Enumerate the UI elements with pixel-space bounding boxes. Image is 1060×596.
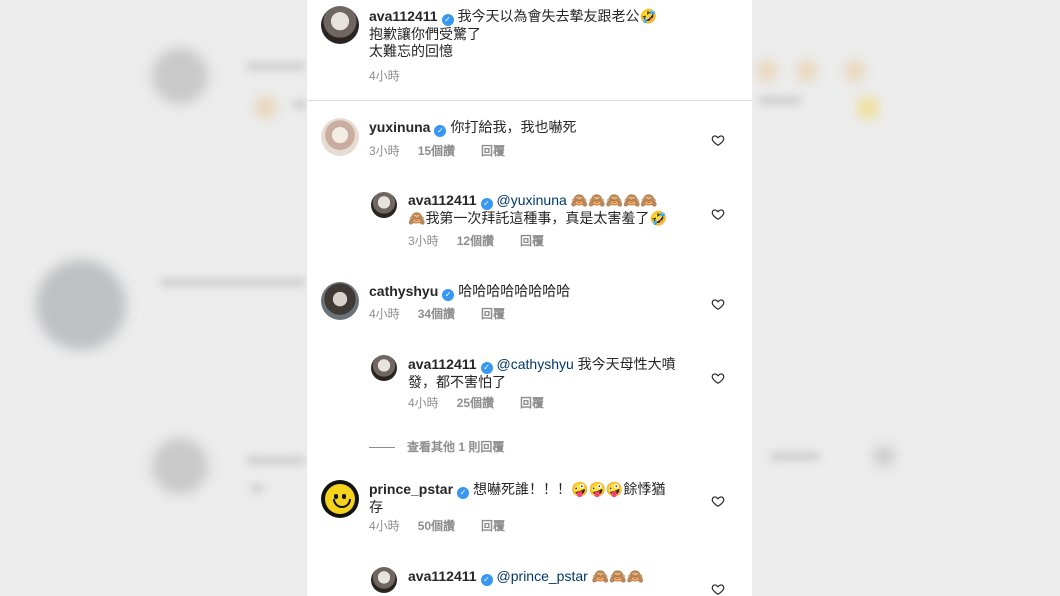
likes-count[interactable]: 12個讚 bbox=[457, 234, 494, 248]
avatar[interactable] bbox=[371, 192, 397, 218]
timestamp[interactable]: 3小時 bbox=[369, 144, 400, 158]
zany-face-emoji-icon: 🤪🤪🤪 bbox=[571, 481, 624, 497]
avatar[interactable] bbox=[371, 567, 397, 593]
likes-count[interactable]: 50個讚 bbox=[418, 519, 455, 533]
heart-outline-icon[interactable] bbox=[711, 133, 725, 147]
avatar[interactable] bbox=[371, 355, 397, 381]
blurred-text bbox=[770, 452, 820, 461]
avatar[interactable] bbox=[321, 480, 359, 518]
heart-outline-icon[interactable] bbox=[711, 494, 725, 508]
blurred-text bbox=[160, 278, 306, 287]
comment-text: 太難忘的回憶 bbox=[369, 43, 453, 59]
divider-line bbox=[369, 447, 395, 449]
timestamp[interactable]: 3小時 bbox=[408, 234, 439, 248]
reply-comment: ava112411 ✓ @yuxinuna 🙈🙈🙈🙈🙈 🙈我第一次拜託這種事，真是太… bbox=[408, 192, 708, 227]
comment-text: 抱歉讓你們受驚了 bbox=[369, 26, 481, 42]
likes-count[interactable]: 34個讚 bbox=[418, 307, 455, 321]
avatar[interactable] bbox=[321, 6, 359, 44]
comment-text: 發，都不害怕了 bbox=[408, 374, 506, 390]
timestamp[interactable]: 4小時 bbox=[408, 396, 439, 410]
blurred-emoji bbox=[796, 60, 818, 82]
verified-badge-icon: ✓ bbox=[457, 487, 470, 499]
mention-link[interactable]: @yuxinuna bbox=[497, 192, 567, 208]
heart-outline-icon[interactable] bbox=[711, 371, 725, 385]
see-no-evil-monkey-emoji-icon: 🙈🙈🙈🙈🙈 bbox=[570, 192, 658, 208]
mention-link[interactable]: @cathyshyu bbox=[497, 356, 574, 372]
comment-text: 我第一次拜託這種事，真是太害羞了 bbox=[425, 210, 650, 226]
reply-button[interactable]: 回覆 bbox=[481, 144, 505, 158]
verified-badge-icon: ✓ bbox=[480, 198, 493, 210]
blurred-emoji bbox=[254, 95, 278, 119]
mention-link[interactable]: @prince_pstar bbox=[497, 568, 588, 584]
reply-comment: ava112411 ✓ @prince_pstar 🙈🙈🙈 bbox=[408, 568, 708, 586]
blurred-avatar bbox=[152, 48, 208, 104]
likes-count[interactable]: 25個讚 bbox=[457, 396, 494, 410]
username[interactable]: prince_pstar bbox=[369, 481, 453, 497]
heart-outline-icon[interactable] bbox=[711, 582, 725, 596]
comment: prince_pstar ✓ 想嚇死誰！！！🤪🤪🤪餘悸猶 存 bbox=[369, 481, 699, 516]
verified-badge-icon: ✓ bbox=[442, 289, 455, 301]
comment-meta: 4小時 25個讚 回覆 bbox=[408, 396, 544, 410]
comment-meta: 4小時 34個讚 回覆 bbox=[369, 307, 505, 321]
timestamp[interactable]: 4小時 bbox=[369, 519, 400, 533]
username[interactable]: cathyshyu bbox=[369, 283, 438, 299]
comment-meta: 3小時 15個讚 回覆 bbox=[369, 144, 505, 158]
comment-meta: 4小時 bbox=[369, 69, 400, 83]
comment-meta: 3小時 12個讚 回覆 bbox=[408, 234, 544, 248]
blurred-emoji bbox=[756, 60, 778, 82]
comment-text: 我今天母性大噴 bbox=[577, 356, 676, 372]
likes-count[interactable]: 15個讚 bbox=[418, 144, 455, 158]
rofl-emoji-icon: 🤣 bbox=[649, 210, 667, 226]
blurred-avatar bbox=[36, 260, 126, 350]
reply-button[interactable]: 回覆 bbox=[481, 519, 505, 533]
avatar[interactable] bbox=[321, 282, 359, 320]
blurred-text bbox=[246, 62, 306, 71]
timestamp[interactable]: 4小時 bbox=[369, 69, 400, 83]
blurred-emoji bbox=[856, 96, 880, 120]
comment-text: 餘悸猶 bbox=[623, 481, 666, 497]
see-no-evil-monkey-emoji-icon: 🙈 bbox=[408, 210, 426, 226]
heart-outline-icon[interactable] bbox=[711, 207, 725, 221]
blurred-text bbox=[250, 484, 264, 493]
reply-button[interactable]: 回覆 bbox=[481, 307, 505, 321]
avatar[interactable] bbox=[321, 118, 359, 156]
smiley-logo-icon bbox=[325, 484, 355, 514]
comments-panel: ava112411 ✓ 我今天以為會失去摯友跟老公🤣 抱歉讓你們受驚了 太難忘的回憶… bbox=[307, 0, 752, 596]
rofl-emoji-icon: 🤣 bbox=[639, 8, 657, 24]
verified-badge-icon: ✓ bbox=[441, 14, 454, 26]
comment: yuxinuna ✓ 你打給我，我也嚇死 bbox=[369, 119, 699, 137]
verified-badge-icon: ✓ bbox=[480, 574, 493, 586]
reply-comment: ava112411 ✓ @cathyshyu 我今天母性大噴 發，都不害怕了 bbox=[408, 356, 698, 391]
username[interactable]: ava112411 bbox=[369, 8, 438, 24]
username[interactable]: ava112411 bbox=[408, 192, 477, 208]
blurred-avatar bbox=[152, 438, 208, 494]
username[interactable]: ava112411 bbox=[408, 568, 477, 584]
heart-outline-icon[interactable] bbox=[711, 297, 725, 311]
see-no-evil-monkey-emoji-icon: 🙈🙈🙈 bbox=[591, 568, 644, 584]
divider bbox=[307, 100, 752, 101]
comment: cathyshyu ✓ 哈哈哈哈哈哈哈哈 bbox=[369, 283, 699, 301]
blurred-emoji bbox=[844, 60, 866, 82]
caption-comment: ava112411 ✓ 我今天以為會失去摯友跟老公🤣 抱歉讓你們受驚了 太難忘的回憶 bbox=[369, 8, 729, 60]
blurred-text bbox=[292, 100, 308, 109]
blurred-icon bbox=[874, 446, 894, 466]
blurred-text bbox=[758, 96, 802, 105]
blurred-text bbox=[246, 456, 306, 465]
verified-badge-icon: ✓ bbox=[480, 362, 493, 374]
comment-text: 我今天以為會失去摯友跟老公 bbox=[457, 8, 640, 24]
comment-meta: 4小時 50個讚 回覆 bbox=[369, 519, 505, 533]
view-more-label: 查看其他 1 則回覆 bbox=[407, 440, 505, 454]
username[interactable]: ava112411 bbox=[408, 356, 477, 372]
timestamp[interactable]: 4小時 bbox=[369, 307, 400, 321]
verified-badge-icon: ✓ bbox=[434, 125, 447, 137]
comment-text: 哈哈哈哈哈哈哈哈 bbox=[458, 283, 571, 299]
reply-button[interactable]: 回覆 bbox=[520, 234, 544, 248]
comment-text: 你打給我，我也嚇死 bbox=[450, 119, 577, 135]
comment-text: 存 bbox=[369, 499, 383, 515]
username[interactable]: yuxinuna bbox=[369, 119, 430, 135]
comment-text: 想嚇死誰！！！ bbox=[473, 481, 572, 497]
reply-button[interactable]: 回覆 bbox=[520, 396, 544, 410]
view-more-replies-button[interactable]: 查看其他 1 則回覆 bbox=[369, 438, 504, 455]
